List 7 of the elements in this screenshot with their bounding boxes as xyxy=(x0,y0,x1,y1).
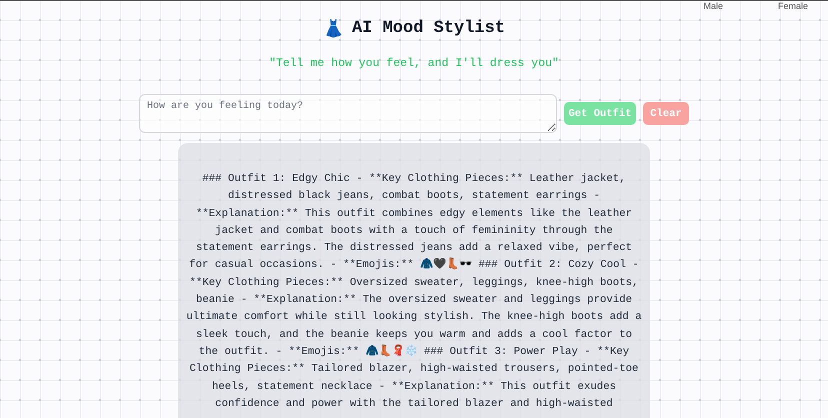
mood-input-field[interactable]: How are you feeling today? xyxy=(139,94,557,133)
dress-icon: 👗 xyxy=(322,19,344,39)
gender-option[interactable]: Male xyxy=(703,1,723,11)
app-title: AI Mood Stylist xyxy=(352,18,506,40)
outfit-suggestions-text: ### Outfit 1: Edgy Chic - **Key Clothing Pieces:** Leather jacket, distressed black jeans, combat boots, statement earrings - **Explanation:** This outfit combines edgy elements like the leather jacket and combat boots with a touch of femininity through the statement earrings. The distressed jeans add a relaxed vibe, perfect for casual occasions. - **Emojis:** 🧥🖤👢🕶 ### Outfit 2: Cozy Cool - **Key Clothing Pieces:** Oversized sweater, leggings, knee-high boots, beanie - **Explanation:** The oversized sweater and leggings provide ultimate comfort while still looking stylish. The knee-high boots add a sleek touch, and the beanie keeps you warm and adds a cool factor to the outfit. - **Emojis:** 🧥👢🧣❄ ### Outfit 3: Power Play - **Key Clothing Pieces:** Tailored blazer, high-waisted trousers, pointed-toe heels, statement necklace - **Explanation:** This outfit exudes confidence and power with the tailored blazer and high-waisted xyxy=(185,172,643,412)
gender-option[interactable]: Female xyxy=(778,1,808,11)
tagline: "Tell me how you feel, and I'll dress you" xyxy=(269,57,559,70)
